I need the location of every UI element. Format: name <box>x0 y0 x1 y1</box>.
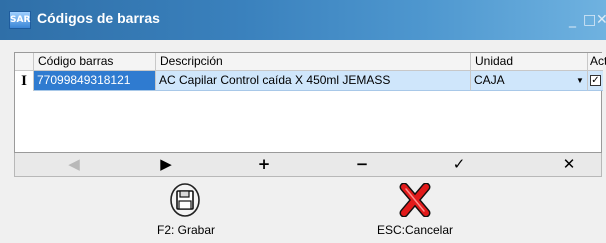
activo-checkbox[interactable]: ✓ <box>590 75 601 86</box>
column-header-descripcion[interactable]: Descripción <box>156 53 471 71</box>
nav-insert-button[interactable]: + <box>244 153 284 176</box>
window-title: Códigos de barras <box>37 10 160 26</box>
cancel-button[interactable]: ESC:Cancelar <box>355 179 475 237</box>
record-navigator: ◀ ▶ + − ✓ ✕ <box>14 153 602 177</box>
save-disk-icon <box>170 183 200 217</box>
unidad-dropdown-icon[interactable]: ▼ <box>574 73 586 89</box>
cell-unidad[interactable]: CAJA <box>471 71 588 91</box>
nav-prior-button[interactable]: ◀ <box>54 153 94 176</box>
maximize-icon[interactable]: □ <box>583 13 596 27</box>
column-header-codigo[interactable]: Código barras <box>34 53 156 71</box>
nav-cancel-button[interactable]: ✕ <box>549 153 589 176</box>
column-header-unidad[interactable]: Unidad <box>471 53 588 71</box>
minimize-icon[interactable]: _ <box>569 13 576 27</box>
row-indicator: I <box>15 71 34 91</box>
cancel-x-icon <box>399 183 431 217</box>
save-button-label: F2: Grabar <box>156 223 216 237</box>
save-button[interactable]: F2: Grabar <box>126 179 246 237</box>
action-bar: F2: Grabar ESC:Cancelar <box>14 177 602 239</box>
nav-post-button[interactable]: ✓ <box>439 153 479 176</box>
barcodes-window: SAR Códigos de barras _ □ ✕ Código barra… <box>0 0 606 243</box>
cell-codigo[interactable]: 77099849318121 <box>34 71 156 91</box>
row-indicator-header <box>15 53 34 71</box>
app-icon: SAR <box>9 11 31 29</box>
title-bar[interactable]: SAR Códigos de barras _ □ ✕ <box>0 0 606 40</box>
nav-delete-button[interactable]: − <box>342 153 382 176</box>
cell-descripcion[interactable]: AC Capilar Control caída X 450ml JEMASS <box>156 71 471 91</box>
barcodes-grid[interactable]: Código barras Descripción Unidad Activo … <box>14 52 606 153</box>
column-header-activo[interactable]: Activo <box>588 53 606 71</box>
close-icon[interactable]: ✕ <box>596 13 606 27</box>
nav-next-button[interactable]: ▶ <box>146 153 186 176</box>
cancel-button-label: ESC:Cancelar <box>376 223 454 237</box>
